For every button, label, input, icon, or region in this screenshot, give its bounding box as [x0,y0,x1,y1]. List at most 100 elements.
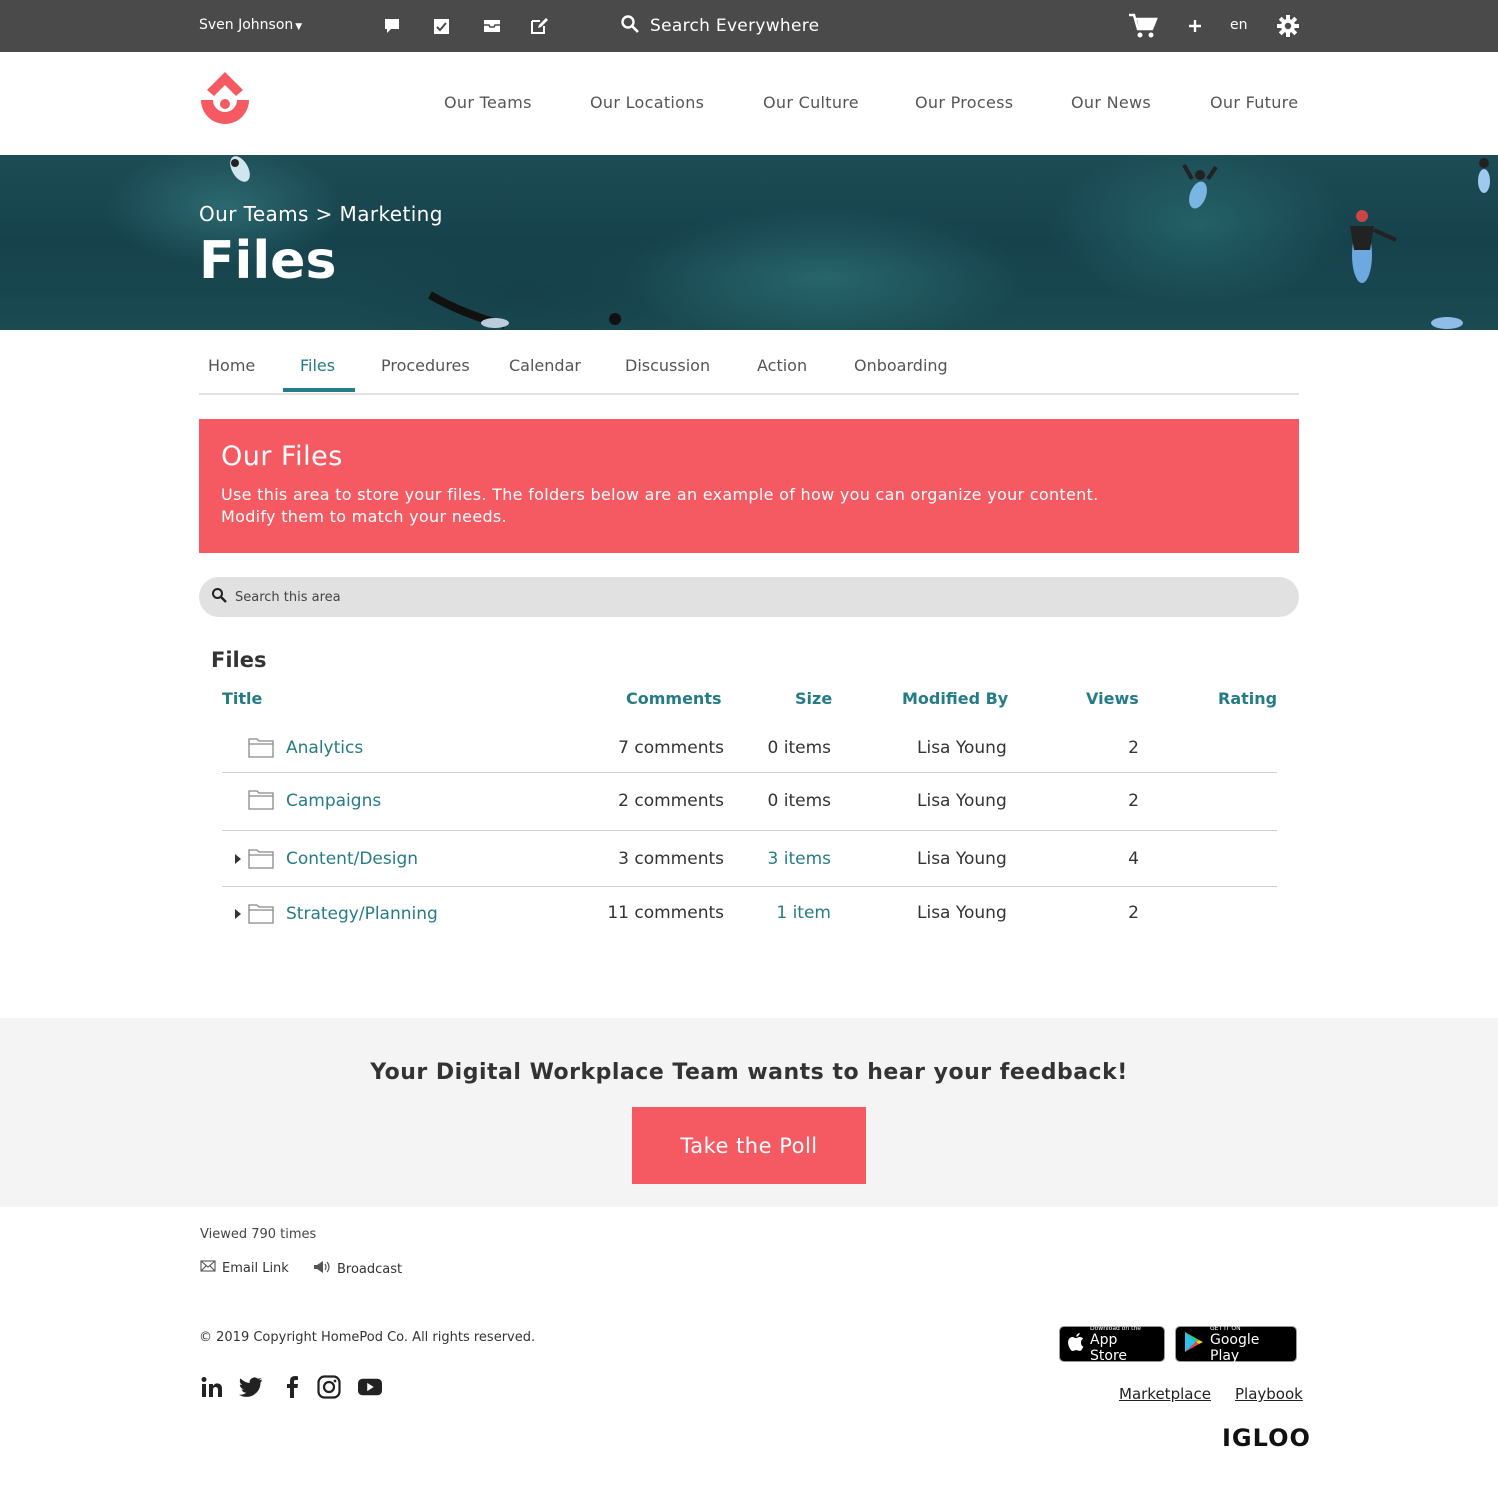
copyright-text: © 2019 Copyright HomePod Co. All rights … [199,1330,536,1345]
tab-action[interactable]: Action [757,356,807,375]
email-link-label: Email Link [222,1260,289,1276]
envelope-icon [200,1260,216,1276]
igloo-brand-logo[interactable]: IGLOO [1222,1424,1311,1452]
twitter-icon[interactable] [239,1375,263,1399]
files-heading: Files [211,648,267,672]
area-search-input[interactable] [235,589,1135,605]
nav-our-locations[interactable]: Our Locations [590,93,704,112]
gear-icon[interactable] [1276,14,1300,38]
surfer-decoration [609,313,621,325]
column-header-comments[interactable]: Comments [626,689,722,708]
app-store-badge[interactable]: Download on the App Store [1059,1325,1165,1364]
marketplace-link[interactable]: Marketplace [1119,1385,1211,1403]
instagram-icon[interactable] [317,1375,341,1399]
surfer-decoration [1478,158,1490,193]
banner-text-line-2: Modify them to match your needs. [221,507,507,526]
user-menu[interactable]: Sven Johnson ▼ [199,17,302,33]
chat-icon[interactable] [381,15,403,37]
user-name: Sven Johnson [199,17,294,33]
comments-count: 3 comments [618,849,724,869]
email-link[interactable]: Email Link [200,1260,289,1276]
folder-icon [248,904,274,924]
comments-count: 11 comments [607,903,724,923]
views-count: 2 [1128,791,1139,811]
compose-icon[interactable] [528,15,550,37]
views-count: 2 [1128,903,1139,923]
cart-icon[interactable] [1128,12,1158,40]
nav-our-culture[interactable]: Our Culture [763,93,859,112]
folder-title-link[interactable]: Campaigns [286,791,381,811]
column-header-rating[interactable]: Rating [1218,689,1277,708]
language-selector[interactable]: en [1230,17,1248,33]
surfer-decoration [1350,210,1397,283]
folder-size-link[interactable]: 3 items [768,849,831,869]
active-tab-indicator [283,388,355,392]
table-row: Analytics 7 comments 0 items Lisa Young … [222,724,1277,773]
column-header-views[interactable]: Views [1086,689,1139,708]
google-play-badge[interactable]: GET IT ON Google Play [1175,1325,1297,1364]
modified-by: Lisa Young [917,738,1007,758]
top-bar: Sven Johnson ▼ Search Everywhere en [0,0,1498,52]
folder-title-link[interactable]: Analytics [286,738,363,758]
banner-title: Our Files [221,441,343,472]
tab-onboarding[interactable]: Onboarding [854,356,948,375]
plus-icon[interactable] [1184,15,1206,37]
surfer-decoration [428,291,509,329]
site-header: Our Teams Our Locations Our Culture Our … [0,52,1498,155]
global-search-label: Search Everywhere [650,16,820,36]
tab-home[interactable]: Home [208,356,255,375]
broadcast-link[interactable]: Broadcast [313,1260,402,1278]
feedback-heading: Your Digital Workplace Team wants to hea… [370,1060,1128,1085]
expand-caret-icon[interactable] [235,909,241,919]
nav-our-news[interactable]: Our News [1071,93,1151,112]
homepod-logo[interactable] [197,70,253,134]
views-count: 4 [1128,849,1139,869]
global-search-button[interactable]: Search Everywhere [620,12,819,40]
folder-size-link[interactable]: 1 item [776,903,831,923]
view-count: Viewed 790 times [200,1227,317,1242]
checkbox-icon[interactable] [430,15,452,37]
folder-icon [248,738,274,758]
table-row: Campaigns 2 comments 0 items Lisa Young … [222,773,1277,831]
column-header-size[interactable]: Size [795,689,832,708]
facebook-icon[interactable] [280,1375,304,1399]
folder-size: 0 items [767,738,831,758]
tab-discussion[interactable]: Discussion [625,356,710,375]
tab-calendar[interactable]: Calendar [509,356,581,375]
apple-icon [1068,1333,1084,1355]
youtube-icon[interactable] [358,1375,382,1399]
linkedin-icon[interactable] [200,1375,224,1399]
take-poll-button[interactable]: Take the Poll [632,1107,866,1184]
caret-down-icon: ▼ [295,22,303,32]
section-tabs: Home Files Procedures Calendar Discussio… [199,330,1299,395]
nav-our-teams[interactable]: Our Teams [444,93,532,112]
tab-files[interactable]: Files [300,356,335,375]
folder-title-link[interactable]: Strategy/Planning [286,904,438,924]
expand-caret-icon[interactable] [235,854,241,864]
playbook-link[interactable]: Playbook [1235,1385,1303,1403]
feedback-section: Your Digital Workplace Team wants to hea… [0,1018,1498,1207]
nav-our-process[interactable]: Our Process [915,93,1013,112]
surfer-decoration [230,156,250,182]
app-store-label: App Store [1090,1331,1128,1364]
table-row: Strategy/Planning 11 comments 1 item Lis… [222,887,1277,941]
column-header-modified-by[interactable]: Modified By [902,689,1008,708]
area-search-bar [199,577,1299,617]
breadcrumb: Our Teams > Marketing [199,202,443,226]
search-icon [620,14,640,38]
search-icon [211,587,227,607]
inbox-icon[interactable] [481,15,503,37]
column-header-title[interactable]: Title [222,689,262,708]
comments-count: 2 comments [618,791,724,811]
folder-title-link[interactable]: Content/Design [286,849,418,869]
comments-count: 7 comments [618,738,724,758]
tab-procedures[interactable]: Procedures [381,356,470,375]
hero-banner: Our Teams > Marketing Files [0,155,1498,330]
modified-by: Lisa Young [917,849,1007,869]
nav-our-future[interactable]: Our Future [1210,93,1298,112]
surfer-decoration [1182,164,1218,209]
banner-text-line-1: Use this area to store your files. The f… [221,485,1099,504]
views-count: 2 [1128,738,1139,758]
surfer-decoration [1431,317,1463,329]
google-play-icon [1184,1331,1204,1357]
